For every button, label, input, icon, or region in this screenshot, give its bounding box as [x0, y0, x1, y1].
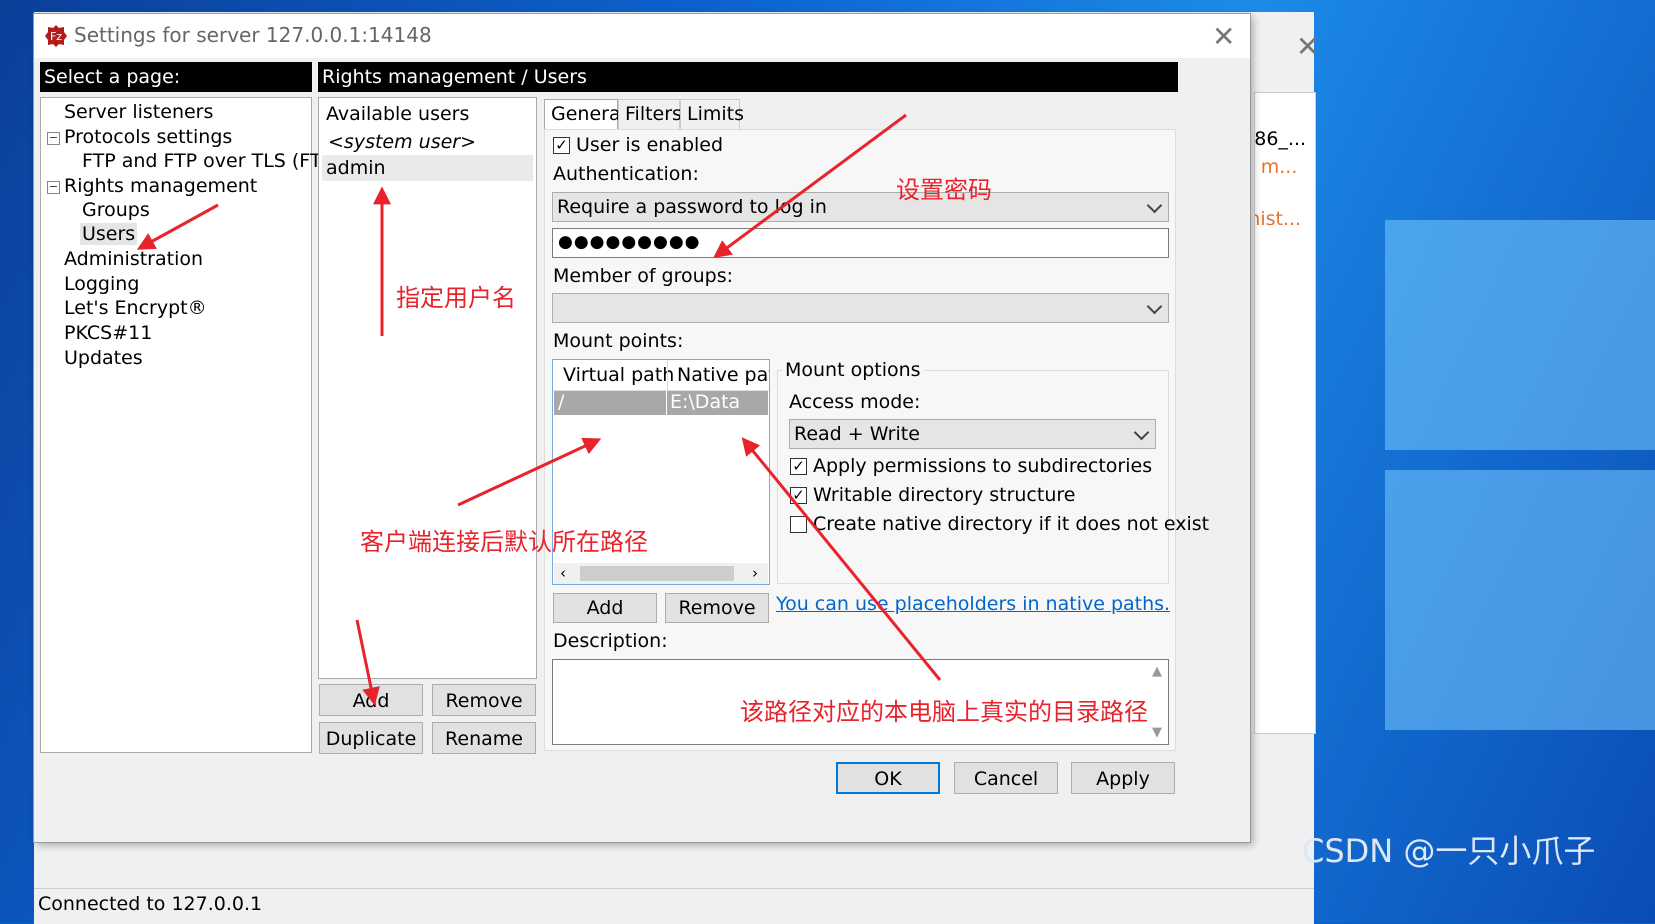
annotation-real-path: 该路径对应的本电脑上真实的目录路径 [740, 698, 1148, 726]
annotation-specify-username: 指定用户名 [396, 284, 516, 312]
arrow-to-native-path [741, 437, 942, 681]
arrow-to-virtual-path [457, 437, 602, 507]
annotation-arrows [136, 113, 942, 706]
watermark: CSDN @一只小爪子 [1302, 832, 1596, 870]
arrow-to-password [713, 113, 907, 259]
arrow-to-users [136, 203, 219, 250]
annotation-set-password: 设置密码 [896, 176, 992, 204]
arrow-to-add-button [355, 619, 380, 706]
annotation-default-path: 客户端连接后默认所在路径 [360, 528, 648, 556]
